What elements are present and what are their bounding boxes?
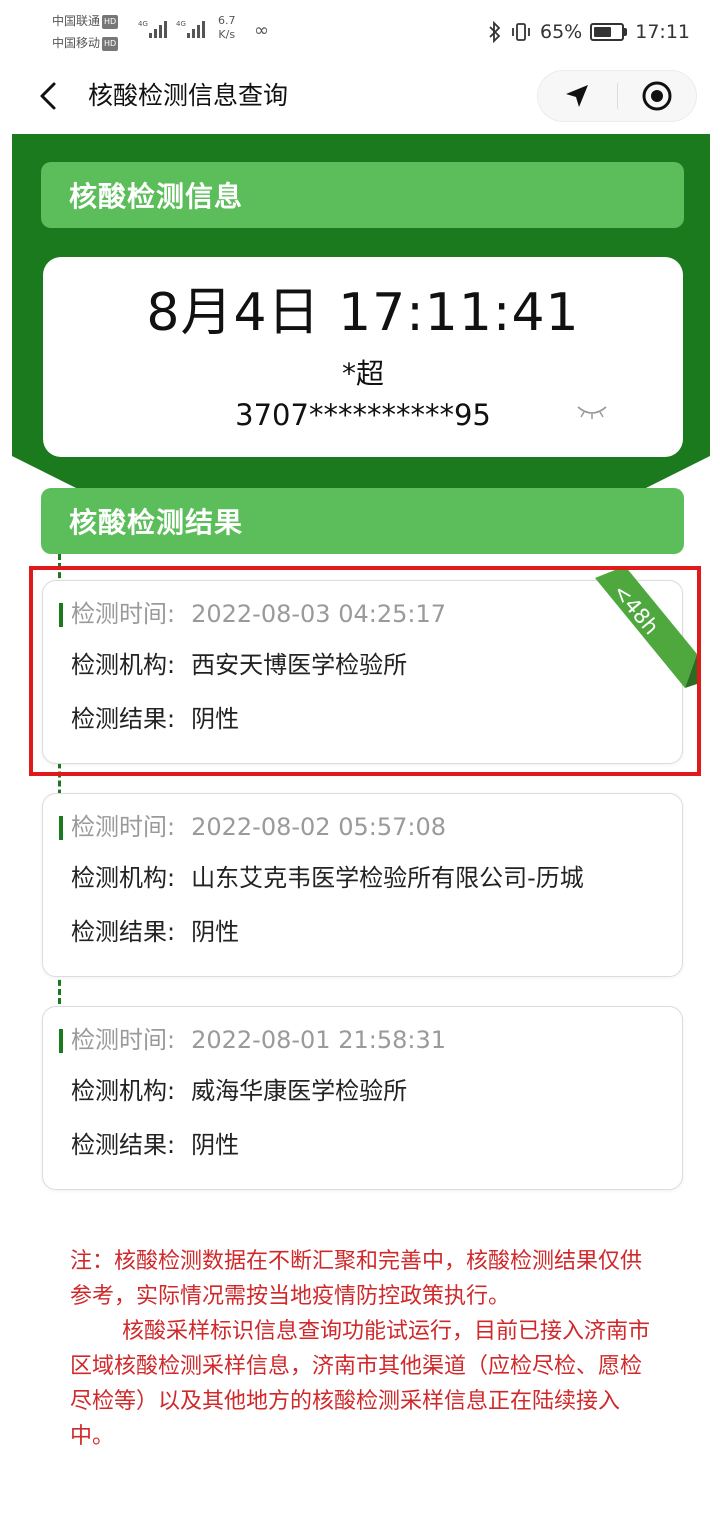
svg-text:4G: 4G — [138, 20, 148, 28]
info-section-header: 核酸检测信息 — [41, 162, 684, 228]
record-org-row: 检测机构: 威海华康医学检验所 — [71, 1075, 407, 1107]
record-result-row: 检测结果: 阴性 — [71, 1129, 239, 1161]
within-48h-ribbon: <48h — [595, 566, 697, 688]
record-time-row: 检测时间: 2022-08-03 04:25:17 — [71, 598, 446, 630]
notice-text: 注：核酸检测数据在不断汇聚和完善中，核酸检测结果仅供参考，实际情况需按当地疫情防… — [70, 1244, 652, 1454]
record-result-row: 检测结果: 阴性 — [71, 916, 239, 948]
hd-badge: HD — [102, 37, 119, 51]
record-marker — [59, 1029, 63, 1053]
page-title: 核酸检测信息查询 — [88, 81, 289, 110]
location-button[interactable] — [538, 71, 617, 121]
results-section-header: 核酸检测结果 — [41, 488, 684, 554]
record-result-row: 检测结果: 阴性 — [71, 703, 239, 735]
net-speed: 6.7 K/s — [218, 14, 236, 42]
record-result: 阴性 — [191, 918, 240, 946]
battery-percent: 65% — [540, 21, 583, 43]
hd-badge: HD — [102, 15, 119, 29]
status-time: 17:11 — [635, 21, 690, 43]
carrier-1-label: 中国联通 — [52, 14, 101, 28]
net-speed-unit: K/s — [218, 28, 236, 41]
bluetooth-icon — [489, 21, 501, 43]
close-mini-program-button[interactable] — [618, 71, 697, 121]
record-time-row: 检测时间: 2022-08-02 05:57:08 — [71, 811, 446, 843]
record-org-row: 检测机构: 西安天博医学检验所 — [71, 649, 407, 681]
back-arrow-icon — [40, 82, 56, 110]
status-bar-right: 65% 17:11 — [488, 18, 690, 46]
notice-paragraph-2: 核酸采样标识信息查询功能试运行，目前已接入济南市区域核酸检测采样信息，济南市其他… — [70, 1319, 651, 1449]
record-org: 山东艾克韦医学检验所有限公司-历城 — [191, 864, 584, 892]
test-record[interactable]: 检测时间: 2022-08-01 21:58:31 检测机构: 威海华康医学检验所 … — [42, 1006, 683, 1190]
record-result: 阴性 — [191, 1131, 240, 1159]
record-time: 2022-08-02 05:57:08 — [191, 813, 446, 841]
carrier-2-label: 中国移动 — [52, 36, 101, 50]
current-datetime: 8月4日 17:11:41 — [146, 283, 580, 343]
record-org: 西安天博医学检验所 — [191, 651, 408, 679]
signal-icon: 4G — [176, 20, 205, 38]
time-label: 检测时间: — [71, 813, 176, 841]
eye-closed-icon[interactable] — [575, 399, 609, 423]
record-time: 2022-08-03 04:25:17 — [191, 600, 446, 628]
battery-icon — [590, 23, 628, 41]
back-button[interactable] — [30, 78, 66, 114]
result-label: 检测结果: — [71, 1131, 176, 1159]
signal-icon: 4G — [138, 20, 167, 38]
location-arrow-icon — [566, 85, 589, 107]
record-time-row: 检测时间: 2022-08-01 21:58:31 — [71, 1024, 446, 1056]
infinity-icon: ∞ — [254, 20, 269, 41]
person-name: *超 — [341, 357, 384, 390]
org-label: 检测机构: — [71, 1077, 176, 1105]
record-marker — [59, 816, 63, 840]
carrier-unicom: 中国联通 HD — [52, 14, 119, 29]
carrier-mobile: 中国移动 HD — [52, 36, 119, 51]
vibrate-icon — [512, 23, 530, 41]
record-marker — [59, 603, 63, 627]
test-record[interactable]: 检测时间: 2022-08-02 05:57:08 检测机构: 山东艾克韦医学检验所… — [42, 793, 683, 977]
status-bar: 中国联通 HD 中国移动 HD 4G 4G 6.7 K/s ∞ 65% 17:11 — [0, 0, 720, 64]
net-speed-value: 6.7 — [218, 14, 236, 27]
record-result: 阴性 — [191, 705, 240, 733]
record-org: 威海华康医学检验所 — [191, 1077, 408, 1105]
time-label: 检测时间: — [71, 1026, 176, 1054]
result-label: 检测结果: — [71, 705, 176, 733]
notice-paragraph-1: 注：核酸检测数据在不断汇聚和完善中，核酸检测结果仅供参考，实际情况需按当地疫情防… — [70, 1249, 643, 1309]
mini-program-capsule — [537, 70, 697, 122]
org-label: 检测机构: — [71, 651, 176, 679]
time-label: 检测时间: — [71, 600, 176, 628]
svg-text:4G: 4G — [176, 20, 186, 28]
result-label: 检测结果: — [71, 918, 176, 946]
org-label: 检测机构: — [71, 864, 176, 892]
record-org-row: 检测机构: 山东艾克韦医学检验所有限公司-历城 — [71, 862, 584, 894]
nav-bar: 核酸检测信息查询 — [0, 64, 720, 128]
record-time: 2022-08-01 21:58:31 — [191, 1026, 446, 1054]
identity-card: 8月4日 17:11:41 *超 3707**********95 — [43, 257, 683, 457]
record-target-icon — [642, 81, 672, 111]
